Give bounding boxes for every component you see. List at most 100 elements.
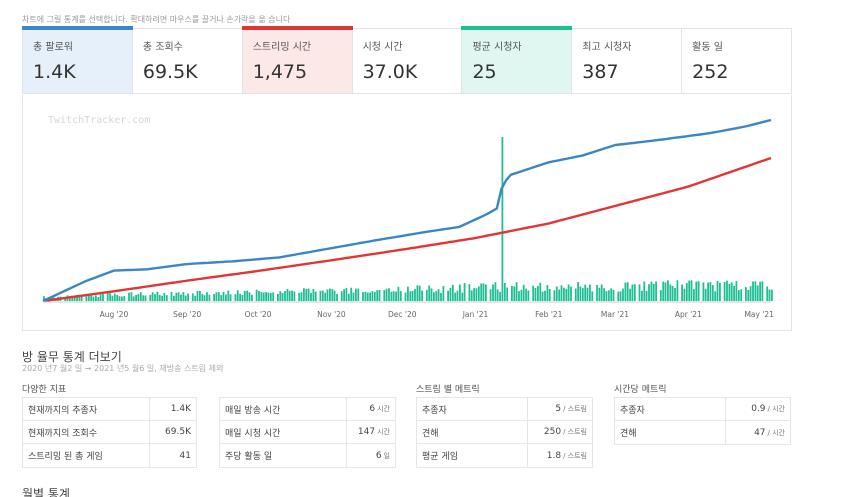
viewer-bar xyxy=(340,291,343,301)
viewer-bar xyxy=(329,288,331,301)
viewer-bar xyxy=(459,284,461,301)
metrics-group-title: 시간당 메트릭 xyxy=(614,385,667,395)
stat-indicator xyxy=(132,26,243,30)
viewer-bar xyxy=(624,282,627,301)
viewer-bar xyxy=(161,295,163,301)
metric-unit: / 시간 xyxy=(767,428,785,437)
viewer-bar xyxy=(468,284,471,301)
viewer-bar xyxy=(759,281,761,301)
viewer-bar xyxy=(102,293,104,301)
viewer-bar xyxy=(745,287,747,301)
viewer-bar xyxy=(208,294,211,301)
stat-peak-viewers[interactable]: 최고 시청자 387 xyxy=(572,29,683,93)
viewer-bar xyxy=(246,290,249,301)
viewer-bar xyxy=(596,285,598,301)
viewer-bar xyxy=(397,286,400,301)
viewer-bar xyxy=(163,292,166,301)
metric-value: 41 xyxy=(149,444,196,467)
viewer-bar xyxy=(371,291,374,301)
viewer-bar xyxy=(728,283,731,301)
stat-watch-hours[interactable]: 시청 시간 37.0K xyxy=(353,29,463,93)
viewer-bar xyxy=(591,291,594,301)
stats-chart[interactable]: TwitchTracker.com Aug '20 Sep '20 Oct '20 N… xyxy=(22,95,792,331)
metric-value: 0.9/ 시간 xyxy=(725,398,790,420)
viewer-bar xyxy=(416,285,419,301)
viewer-bar xyxy=(702,282,705,301)
viewer-bar xyxy=(430,288,433,301)
viewer-bar xyxy=(548,289,551,301)
viewer-bar xyxy=(173,295,175,301)
viewer-bar xyxy=(489,289,492,301)
viewer-bar xyxy=(80,296,83,301)
viewer-bar xyxy=(378,290,381,301)
metric-key: 스트리밍 된 총 게임 xyxy=(28,452,103,462)
stat-label: 최고 시청자 xyxy=(582,42,632,53)
stat-views[interactable]: 총 조회수 69.5K xyxy=(133,29,243,93)
viewer-bar xyxy=(300,292,303,301)
viewer-bar xyxy=(442,286,445,301)
viewer-bar xyxy=(525,288,527,301)
metric-key: 추종자 xyxy=(422,405,447,416)
viewer-bar xyxy=(217,292,220,301)
viewer-bar xyxy=(664,282,667,301)
viewer-bar xyxy=(324,292,327,301)
viewer-bar xyxy=(766,286,769,301)
viewer-bar xyxy=(128,292,130,301)
viewer-bar xyxy=(376,290,379,301)
viewer-bar xyxy=(203,295,206,301)
stat-avg-viewers[interactable]: 평균 시청자 25 xyxy=(461,26,573,93)
metric-key: 현재까지의 조회수 xyxy=(28,428,98,439)
viewer-bar xyxy=(175,292,178,301)
stat-label: 총 조회수 xyxy=(142,42,183,53)
viewer-bar xyxy=(499,291,501,301)
table-row: 현재까지의 조회수 69.5K xyxy=(23,421,196,444)
viewer-bar xyxy=(629,288,631,301)
stat-active-days[interactable]: 활동 일 252 xyxy=(682,29,791,93)
viewer-bar xyxy=(121,296,123,301)
stat-value: 37.0K xyxy=(362,61,418,83)
x-tick-label: Apr '21 xyxy=(675,310,702,319)
stat-indicator xyxy=(681,26,792,30)
viewer-bar xyxy=(704,288,707,301)
stat-followers[interactable]: 총 팔로워 1.4K xyxy=(22,26,133,93)
viewer-bar xyxy=(626,282,629,301)
viewer-bar xyxy=(111,295,114,301)
viewer-bar xyxy=(688,280,691,301)
viewer-bar xyxy=(534,287,537,301)
viewer-bar xyxy=(619,291,622,301)
viewer-bar xyxy=(485,284,487,301)
viewer-bar xyxy=(707,282,709,301)
viewer-bar xyxy=(326,289,329,301)
metric-key: 견해 xyxy=(422,428,439,439)
metric-key: 평균 게임 xyxy=(422,452,458,462)
viewer-bar xyxy=(139,292,142,301)
viewer-bar xyxy=(414,289,416,301)
viewer-bar xyxy=(494,282,497,301)
viewer-bar xyxy=(570,286,572,301)
viewer-bar xyxy=(650,281,653,301)
viewer-bar xyxy=(674,288,676,301)
stream-hours-line xyxy=(42,156,772,303)
viewer-bar xyxy=(165,295,168,301)
viewer-bar xyxy=(291,290,293,301)
viewer-bar xyxy=(586,287,589,301)
viewer-bar xyxy=(598,287,601,301)
viewer-bar xyxy=(754,281,757,301)
viewer-bar xyxy=(461,292,464,301)
viewer-bar xyxy=(369,292,371,301)
viewer-bar xyxy=(298,292,301,301)
viewer-bar xyxy=(733,285,735,301)
viewer-bar xyxy=(87,295,90,301)
stat-stream-hours[interactable]: 스트리밍 시간 1,475 xyxy=(241,26,353,93)
viewer-bar xyxy=(532,285,535,301)
viewer-bar xyxy=(560,285,563,301)
viewer-bar xyxy=(515,282,518,301)
viewer-bar xyxy=(234,294,237,301)
chart-canvas: Aug '20 Sep '20 Oct '20 Nov '20 Dec '20 Jan '… xyxy=(42,118,774,319)
viewer-bar xyxy=(97,297,100,301)
stat-label: 총 팔로워 xyxy=(33,42,73,53)
viewer-bar xyxy=(503,283,506,301)
viewer-bar xyxy=(440,292,442,301)
viewer-bar xyxy=(307,288,310,301)
metric-unit: 시간 xyxy=(377,405,390,413)
